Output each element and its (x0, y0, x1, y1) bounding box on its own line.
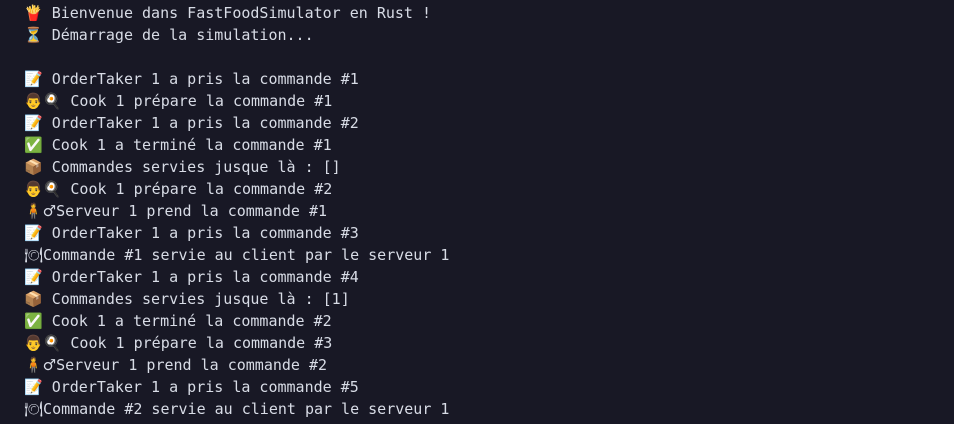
terminal-line-text: Serveur 1 prend la commande #2 (56, 356, 328, 374)
terminal-output: 🍟 Bienvenue dans FastFoodSimulator en Ru… (24, 2, 449, 420)
terminal-line: ⏳ Démarrage de la simulation... (24, 24, 449, 46)
memo-icon: 📝 (24, 378, 43, 396)
check-icon: ✅ (24, 136, 43, 154)
terminal-line-text: Commandes servies jusque là : [1] (42, 290, 350, 308)
waiter-icon: 🧍♂ (24, 202, 57, 220)
plate-icon: 🍽 (24, 246, 44, 264)
memo-icon: 📝 (24, 70, 43, 88)
cook-icon: 👨🍳 (24, 180, 62, 198)
fries-icon: 🍟 (24, 4, 43, 22)
terminal-line: 👨🍳 Cook 1 prépare la commande #1 (24, 90, 449, 112)
terminal-line: 🍽Commande #1 servie au client par le ser… (24, 244, 449, 266)
terminal-line: ✅ Cook 1 a terminé la commande #2 (24, 310, 449, 332)
terminal-line-text: OrderTaker 1 a pris la commande #3 (42, 224, 359, 242)
memo-icon: 📝 (24, 268, 43, 286)
terminal-line-text: Cook 1 prépare la commande #3 (61, 334, 333, 352)
waiter-icon: 🧍♂ (24, 356, 57, 374)
terminal-line: 📝 OrderTaker 1 a pris la commande #4 (24, 266, 449, 288)
terminal-line-text: Commandes servies jusque là : [] (42, 158, 341, 176)
terminal-line-text: Bienvenue dans FastFoodSimulator en Rust… (42, 4, 432, 22)
memo-icon: 📝 (24, 114, 43, 132)
package-icon: 📦 (24, 290, 43, 308)
terminal-line-text: OrderTaker 1 a pris la commande #4 (42, 268, 359, 286)
terminal-line: 🍽Commande #2 servie au client par le ser… (24, 398, 449, 420)
check-icon: ✅ (24, 312, 43, 330)
plate-icon: 🍽 (24, 400, 44, 418)
cook-icon: 👨🍳 (24, 92, 62, 110)
terminal-line: 🧍♂Serveur 1 prend la commande #2 (24, 354, 449, 376)
package-icon: 📦 (24, 158, 43, 176)
terminal-line-text: Cook 1 prépare la commande #1 (61, 92, 333, 110)
terminal-line-text: Cook 1 prépare la commande #2 (61, 180, 333, 198)
terminal-line-text: Cook 1 a terminé la commande #2 (42, 312, 332, 330)
terminal-line: 📦 Commandes servies jusque là : [1] (24, 288, 449, 310)
terminal-line: ✅ Cook 1 a terminé la commande #1 (24, 134, 449, 156)
terminal-line: 👨🍳 Cook 1 prépare la commande #3 (24, 332, 449, 354)
terminal-line: 📝 OrderTaker 1 a pris la commande #5 (24, 376, 449, 398)
terminal-window[interactable]: 🍟 Bienvenue dans FastFoodSimulator en Ru… (0, 0, 954, 424)
terminal-line-text: OrderTaker 1 a pris la commande #5 (42, 378, 359, 396)
terminal-line: 📝 OrderTaker 1 a pris la commande #3 (24, 222, 449, 244)
terminal-line: 🍟 Bienvenue dans FastFoodSimulator en Ru… (24, 2, 449, 24)
terminal-line-text: Démarrage de la simulation... (42, 26, 314, 44)
terminal-line-text: Cook 1 a terminé la commande #1 (42, 136, 332, 154)
terminal-line-text: OrderTaker 1 a pris la commande #1 (42, 70, 359, 88)
terminal-line-text: Commande #1 servie au client par le serv… (43, 246, 450, 264)
memo-icon: 📝 (24, 224, 43, 242)
terminal-line: 📝 OrderTaker 1 a pris la commande #2 (24, 112, 449, 134)
terminal-line: 🧍♂Serveur 1 prend la commande #1 (24, 200, 449, 222)
terminal-line-text: Serveur 1 prend la commande #1 (56, 202, 328, 220)
cook-icon: 👨🍳 (24, 334, 62, 352)
terminal-line-text: Commande #2 servie au client par le serv… (43, 400, 450, 418)
hourglass-icon: ⏳ (24, 26, 43, 44)
terminal-line-text: OrderTaker 1 a pris la commande #2 (42, 114, 359, 132)
terminal-line: 👨🍳 Cook 1 prépare la commande #2 (24, 178, 449, 200)
terminal-line: 📝 OrderTaker 1 a pris la commande #1 (24, 68, 449, 90)
terminal-line: 📦 Commandes servies jusque là : [] (24, 156, 449, 178)
